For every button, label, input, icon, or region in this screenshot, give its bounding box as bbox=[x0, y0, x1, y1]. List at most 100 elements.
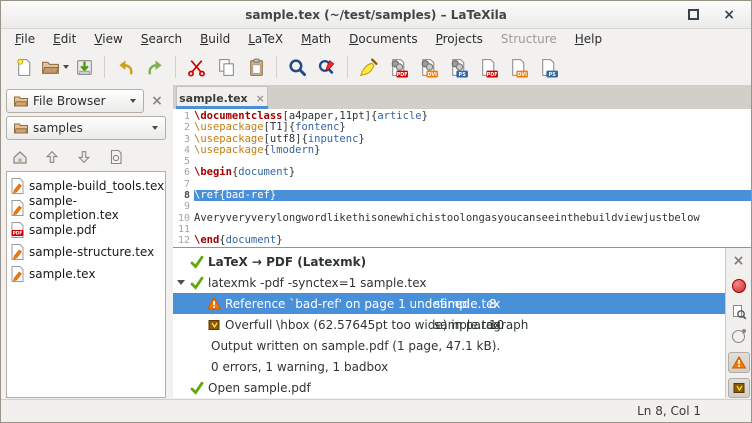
line-number: 1 bbox=[173, 111, 194, 122]
refresh-icon bbox=[109, 149, 123, 165]
toolbar: PDFDVIPSPDFDVIPS bbox=[1, 49, 751, 85]
check-icon bbox=[190, 255, 204, 269]
expander-icon[interactable] bbox=[177, 280, 190, 285]
parent-directory-button[interactable] bbox=[41, 147, 63, 167]
abort-execution-button[interactable] bbox=[728, 276, 750, 296]
line-number: 5 bbox=[173, 156, 194, 167]
menu-math[interactable]: Math bbox=[292, 30, 340, 48]
menu-search[interactable]: Search bbox=[132, 30, 191, 48]
menu-file[interactable]: File bbox=[6, 30, 44, 48]
menu-latex[interactable]: LaTeX bbox=[239, 30, 292, 48]
menu-view[interactable]: View bbox=[85, 30, 131, 48]
menu-help[interactable]: Help bbox=[566, 30, 611, 48]
view-dvi-button[interactable]: DVI bbox=[503, 53, 533, 81]
side-panel-selector[interactable]: File Browser bbox=[6, 89, 144, 113]
show-errors-button[interactable] bbox=[728, 327, 750, 347]
copy-button[interactable] bbox=[211, 53, 241, 81]
build-message-row[interactable]: Open sample.pdf bbox=[173, 377, 725, 398]
jump-to-document-directory-button[interactable] bbox=[73, 147, 95, 167]
build-message-row[interactable]: Reference `bad-ref' on page 1 undefineds… bbox=[173, 293, 725, 314]
file-name: sample.pdf bbox=[29, 223, 96, 237]
undo-icon bbox=[115, 57, 136, 78]
chevron-down-icon bbox=[130, 99, 136, 103]
refresh-button[interactable] bbox=[105, 147, 127, 167]
tab-sample-tex[interactable]: sample.tex × bbox=[176, 86, 268, 109]
editor-line[interactable]: 8\ref{bad-ref} bbox=[173, 190, 751, 201]
window-title: sample.tex (~/test/samples) – LaTeXila bbox=[245, 8, 507, 22]
editor-line[interactable]: 4\usepackage{lmodern} bbox=[173, 145, 751, 156]
redo-icon bbox=[145, 57, 166, 78]
build-message-text: LaTeX → PDF (Latexmk) bbox=[208, 255, 366, 269]
line-number: 6 bbox=[173, 167, 194, 178]
file-item[interactable]: sample-structure.tex bbox=[7, 241, 165, 263]
file-list[interactable]: sample-build_tools.texsample-completion.… bbox=[6, 171, 166, 398]
show-warnings-button[interactable] bbox=[728, 352, 750, 372]
redo-button[interactable] bbox=[140, 53, 170, 81]
side-panel-title: File Browser bbox=[33, 94, 106, 108]
close-icon[interactable]: × bbox=[723, 10, 735, 20]
menu-edit[interactable]: Edit bbox=[44, 30, 85, 48]
menu-build[interactable]: Build bbox=[191, 30, 239, 48]
editor-line[interactable]: 6\begin{document} bbox=[173, 167, 751, 178]
clean-build-files-button[interactable] bbox=[353, 53, 383, 81]
tab-close-icon[interactable]: × bbox=[256, 92, 265, 105]
broom-icon bbox=[358, 57, 379, 78]
errors-icon bbox=[732, 330, 745, 343]
find-button[interactable] bbox=[282, 53, 312, 81]
directory-selector[interactable]: samples bbox=[6, 116, 166, 140]
code-editor[interactable]: 1\documentclass[a4paper,11pt]{article}2\… bbox=[173, 109, 751, 249]
side-panel-header: File Browser × bbox=[6, 89, 166, 113]
show-badboxes-button[interactable] bbox=[728, 378, 750, 398]
editor-line[interactable]: 12\end{document} bbox=[173, 235, 751, 246]
pdf-file-icon: PDF bbox=[11, 222, 24, 238]
build-message-text: latexmk -pdf -synctex=1 sample.tex bbox=[208, 276, 427, 290]
home-button[interactable] bbox=[9, 147, 31, 167]
cut-button[interactable] bbox=[181, 53, 211, 81]
menu-documents[interactable]: Documents bbox=[340, 30, 426, 48]
build-to-dvi-button[interactable]: DVI bbox=[413, 53, 443, 81]
undo-button[interactable] bbox=[110, 53, 140, 81]
badbox-icon bbox=[733, 382, 745, 394]
chevron-down-icon bbox=[152, 126, 158, 130]
line-number: 4 bbox=[173, 145, 194, 156]
find-and-replace-button[interactable] bbox=[312, 53, 342, 81]
svg-text:DVI: DVI bbox=[517, 72, 527, 78]
file-name: sample-structure.tex bbox=[29, 245, 154, 259]
stop-icon bbox=[732, 279, 746, 293]
file-name: sample.tex bbox=[29, 267, 95, 281]
view-pdf-button[interactable]: PDF bbox=[473, 53, 503, 81]
close-build-view-button[interactable]: × bbox=[728, 251, 750, 271]
window-controls: × bbox=[688, 1, 735, 28]
close-side-panel-button[interactable]: × bbox=[148, 92, 166, 110]
view-ps-button[interactable]: PS bbox=[533, 53, 563, 81]
maximize-icon[interactable] bbox=[688, 9, 699, 20]
selected-line-text: \ref{bad-ref} bbox=[194, 190, 751, 201]
menu-structure[interactable]: Structure bbox=[492, 30, 566, 48]
build-ps-icon: PS bbox=[448, 57, 469, 78]
build-message-row[interactable]: latexmk -pdf -synctex=1 sample.tex bbox=[173, 272, 725, 293]
titlebar[interactable]: sample.tex (~/test/samples) – LaTeXila × bbox=[1, 1, 751, 29]
file-item[interactable]: sample-completion.tex bbox=[7, 197, 165, 219]
new-document-button[interactable] bbox=[9, 53, 39, 81]
build-message-line: 10 bbox=[489, 318, 504, 332]
file-item[interactable]: sample.tex bbox=[7, 263, 165, 285]
build-message-row[interactable]: 0 errors, 1 warning, 1 badbox bbox=[173, 356, 725, 377]
show-details-button[interactable] bbox=[728, 302, 750, 322]
editor-line[interactable]: 10Averyveryverylongwordlikethisonewhichi… bbox=[173, 213, 751, 224]
build-message-row[interactable]: Overfull \hbox (62.57645pt too wide) in … bbox=[173, 314, 725, 335]
close-icon: × bbox=[733, 256, 745, 266]
build-to-pdf-button[interactable]: PDF bbox=[383, 53, 413, 81]
open-document-button[interactable] bbox=[39, 53, 69, 81]
line-text: Averyveryverylongwordlikethisonewhichist… bbox=[194, 213, 751, 224]
build-message-line: 8 bbox=[489, 297, 497, 311]
file-item[interactable]: PDF sample.pdf bbox=[7, 219, 165, 241]
save-document-button[interactable] bbox=[69, 53, 99, 81]
menu-projects[interactable]: Projects bbox=[427, 30, 492, 48]
build-message-row[interactable]: LaTeX → PDF (Latexmk) bbox=[173, 251, 725, 272]
statusbar: Ln 8, Col 1 bbox=[1, 399, 751, 422]
build-message-row[interactable]: Output written on sample.pdf (1 page, 47… bbox=[173, 335, 725, 356]
build-to-ps-button[interactable]: PS bbox=[443, 53, 473, 81]
folder-icon bbox=[14, 122, 28, 134]
build-messages: LaTeX → PDF (Latexmk) latexmk -pdf -synct… bbox=[173, 248, 725, 398]
paste-button[interactable] bbox=[241, 53, 271, 81]
